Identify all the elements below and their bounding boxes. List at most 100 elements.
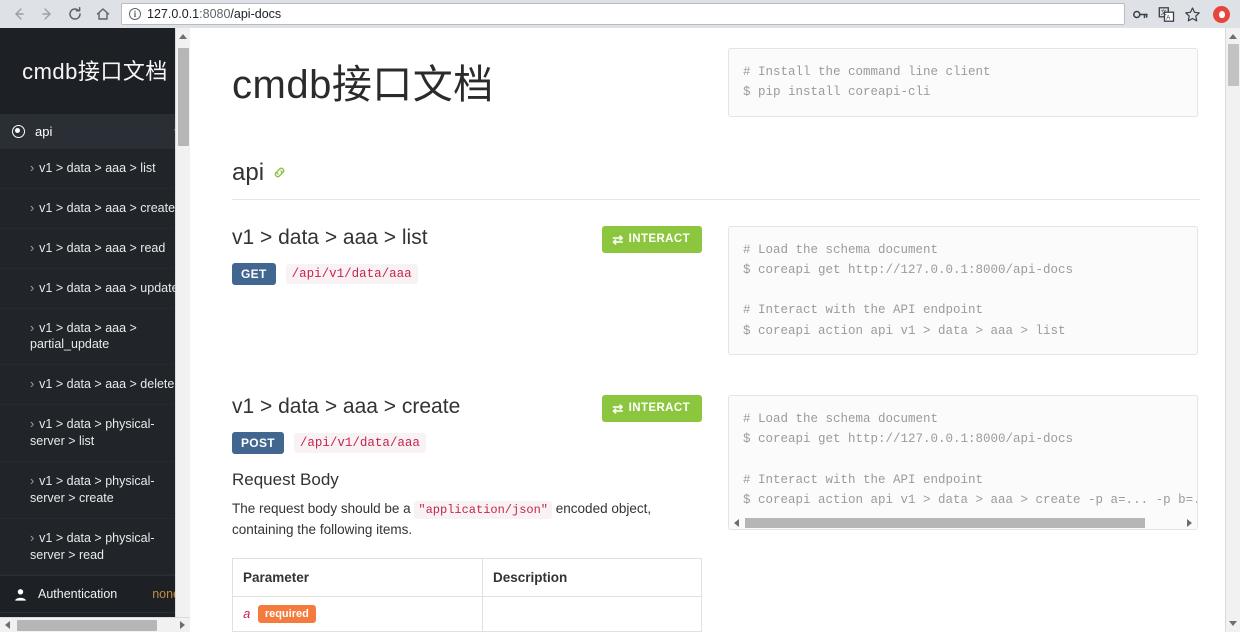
sidebar-item-label: v1 > data > aaa > update [39,280,179,295]
endpoint-create-header: v1 > data > aaa > create ⇄ INTERACT [232,394,702,422]
endpoint-path: /api/v1/data/aaa [285,263,418,284]
endpoint-title: v1 > data > aaa > list [232,225,428,249]
th-description: Description [482,557,702,597]
section-title: api [232,158,265,186]
endpoint-list-info: v1 > data > aaa > list ⇄ INTERACT GET /a… [232,225,702,285]
site-info-icon[interactable]: i [129,8,141,20]
endpoint-path: /api/v1/data/aaa [293,432,426,453]
page-vertical-scrollbar[interactable] [1225,28,1240,632]
page-scroll-thumb[interactable] [1228,44,1239,86]
swap-arrows-icon: ⇄ [612,400,624,416]
sidebar-hscroll-thumb[interactable] [17,620,157,631]
parameters-table-body: arequired brequired [232,595,702,632]
sidebar-item-aaa-partial-update[interactable]: › v1 > data > aaa > partial_update [0,308,190,366]
sidebar-item-aaa-update[interactable]: › v1 > data > aaa > update [0,268,190,309]
endpoint-create-info: v1 > data > aaa > create ⇄ INTERACT POST… [232,394,702,632]
sidebar-vertical-scrollbar[interactable] [175,28,190,632]
home-icon [96,8,110,20]
install-code-block: # Install the command line client $ pip … [728,48,1198,117]
sidebar-item-label: v1 > data > physical-server > create [30,473,155,505]
content-type-code: "application/json" [414,500,553,519]
page-body: cmdb接口文档 api › v1 > data > aaa > list › v1… [0,28,1240,632]
home-button[interactable] [90,2,116,26]
record-circle-icon [12,125,25,138]
main-content: cmdb接口文档 # Install the command line clie… [190,28,1240,632]
translate-icon[interactable]: 文 A [1158,6,1175,23]
request-body-heading: Request Body [232,469,339,489]
sidebar-scroll-thumb[interactable] [178,48,189,146]
code-horizontal-scrollbar[interactable] [728,516,1198,530]
sidebar-horizontal-scrollbar[interactable] [0,617,190,632]
sidebar-item-label: v1 > data > aaa > delete [39,377,175,392]
back-button[interactable] [6,2,32,26]
key-icon[interactable] [1132,6,1149,23]
endpoint-list-path-row: GET /api/v1/data/aaa [232,262,702,285]
sidebar-inner: cmdb接口文档 api › v1 > data > aaa > list › v1… [0,28,190,632]
sidebar-item-physical-server-create[interactable]: › v1 > data > physical-server > create [0,461,190,519]
link-icon[interactable] [272,165,287,183]
sidebar-item-aaa-list[interactable]: › v1 > data > aaa > list [0,149,190,189]
sidebar-item-physical-server-list[interactable]: › v1 > data > physical-server > list [0,405,190,462]
scroll-up-arrow-icon[interactable] [1229,34,1237,39]
interact-button-label: INTERACT [628,402,690,415]
scroll-down-arrow-icon[interactable] [1229,621,1237,626]
browser-actions: 文 A [1132,5,1234,23]
page-title: cmdb接口文档 [232,63,494,107]
chevron-right-icon: › [30,320,35,335]
user-icon [12,588,28,601]
scroll-up-arrow-icon[interactable] [179,34,187,39]
sidebar-item-label: v1 > data > aaa > partial_update [30,320,137,352]
endpoint-create-code-block: # Load the schema document $ coreapi get… [728,394,1198,517]
endpoint-create-code: # Load the schema document $ coreapi get… [728,394,1198,530]
sidebar-group-api[interactable]: api [0,114,190,149]
sidebar: cmdb接口文档 api › v1 > data > aaa > list › v1… [0,28,190,632]
sidebar-item-label: v1 > data > aaa > read [39,240,166,255]
table-row: a required [232,595,702,632]
endpoint-create-path-row: POST /api/v1/data/aaa [232,431,702,454]
param-name: a [243,606,251,622]
url-port: :8080 [199,7,231,21]
install-col: # Install the command line client $ pip … [728,28,1198,117]
interact-button-create[interactable]: ⇄ INTERACT [602,394,702,422]
url-path: /api-docs [230,7,282,21]
scroll-right-arrow-icon[interactable] [1187,519,1192,527]
parameters-table: Parameter Description a required [232,557,702,632]
sidebar-item-physical-server-read[interactable]: › v1 > data > physical-server > read [0,518,190,576]
sidebar-group-label: api [35,124,53,139]
interact-button-label: INTERACT [628,233,690,245]
title-row: cmdb接口文档 # Install the command line clie… [232,28,1204,117]
address-bar[interactable]: i 127.0.0.1:8080/api-docs [121,3,1125,25]
code-hscroll-thumb[interactable] [745,518,1145,528]
chevron-right-icon: › [30,161,35,175]
scroll-left-arrow-icon[interactable] [734,519,739,527]
profile-avatar[interactable] [1213,5,1230,23]
sidebar-item-label: v1 > data > physical-server > read [30,530,155,562]
sidebar-item-aaa-read[interactable]: › v1 > data > aaa > read [0,228,190,269]
sidebar-item-label: v1 > data > aaa > create [39,200,176,215]
bookmark-star-icon[interactable] [1184,6,1201,23]
table-header-row: Parameter Description [232,557,702,597]
title-col: cmdb接口文档 [232,28,702,110]
forward-button[interactable] [34,2,60,26]
chevron-right-icon: › [30,200,35,215]
back-arrow-icon [15,8,24,20]
endpoint-create: v1 > data > aaa > create ⇄ INTERACT POST… [232,394,1204,632]
url-host: 127.0.0.1 [147,7,200,21]
interact-button-list[interactable]: ⇄ INTERACT [602,225,702,253]
scroll-right-arrow-icon[interactable] [180,621,185,629]
endpoint-list-code-block: # Load the schema document $ coreapi get… [728,225,1198,355]
reload-icon [69,6,81,20]
sidebar-item-aaa-create[interactable]: › v1 > data > aaa > create [0,188,190,229]
param-cell: a required [232,595,483,632]
forward-arrow-icon [42,8,51,20]
sidebar-brand: cmdb接口文档 [22,59,168,84]
endpoint-title: v1 > data > aaa > create [232,394,461,418]
sidebar-authentication[interactable]: Authentication none [0,575,190,613]
reload-button[interactable] [62,2,88,26]
scroll-left-arrow-icon[interactable] [5,621,10,629]
sidebar-item-aaa-delete[interactable]: › v1 > data > aaa > delete [0,365,190,406]
url-text: 127.0.0.1:8080/api-docs [147,7,281,21]
sidebar-auth-label: Authentication [38,587,118,602]
parameters-table-head: Parameter Description [232,557,702,597]
request-body-description: The request body should be a "applicatio… [232,499,702,541]
